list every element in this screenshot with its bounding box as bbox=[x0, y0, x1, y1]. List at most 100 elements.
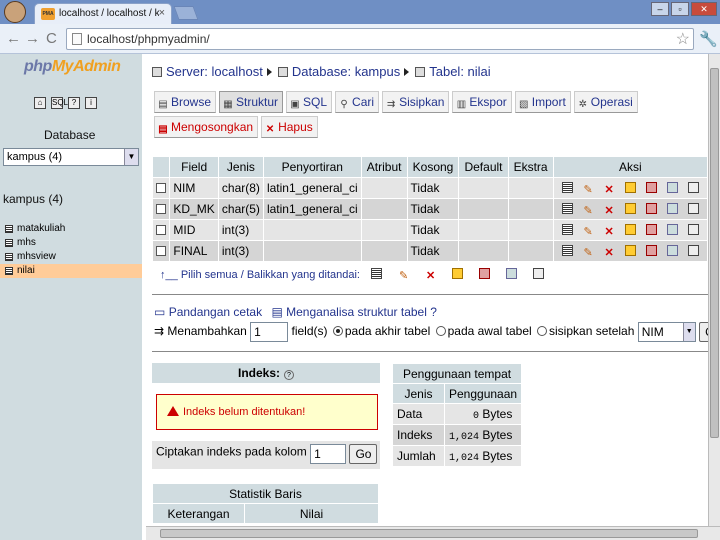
sidebar-table-mhsview[interactable]: mhsview bbox=[0, 250, 142, 264]
drop-x-icon[interactable]: ✕ bbox=[425, 271, 436, 282]
database-title-link[interactable]: kampus (4) bbox=[3, 192, 63, 206]
table-icon[interactable] bbox=[5, 253, 13, 261]
tab-empty[interactable]: ▤ Mengosongkan bbox=[154, 116, 259, 138]
check-all-link[interactable]: Pilih semua / Balikkan yang ditandai: bbox=[181, 269, 360, 281]
primary-key-icon[interactable] bbox=[624, 202, 636, 214]
unique-icon[interactable] bbox=[645, 223, 657, 235]
sidebar-table-nilai[interactable]: nilai bbox=[0, 264, 142, 278]
add-field-go-button[interactable]: Go bbox=[699, 322, 708, 342]
new-tab-button[interactable] bbox=[173, 6, 199, 20]
index-icon[interactable] bbox=[506, 268, 518, 279]
maximize-button[interactable]: ▫ bbox=[671, 2, 689, 16]
drop-x-icon[interactable]: ✕ bbox=[604, 247, 615, 259]
tab-close-icon[interactable]: × bbox=[159, 7, 165, 19]
after-label[interactable]: sisipkan setelah bbox=[549, 324, 634, 338]
unique-icon[interactable] bbox=[645, 244, 657, 256]
tab-sql[interactable]: ▣ SQL bbox=[286, 91, 333, 113]
edit-pencil-icon[interactable]: ✎ bbox=[398, 271, 409, 282]
browse-icon[interactable] bbox=[561, 181, 573, 193]
docs-icon[interactable]: ? bbox=[68, 97, 80, 109]
index-icon[interactable] bbox=[666, 223, 678, 235]
after-radio[interactable] bbox=[537, 326, 548, 337]
row-checkbox[interactable] bbox=[156, 204, 167, 214]
bookmark-star-icon[interactable]: ☆ bbox=[676, 29, 690, 49]
index-icon[interactable] bbox=[666, 181, 678, 193]
tab-operations[interactable]: ✲ Operasi bbox=[573, 91, 638, 113]
browse-icon[interactable] bbox=[561, 244, 573, 256]
after-field-select[interactable]: NIM ▼ bbox=[637, 322, 696, 342]
unique-icon[interactable] bbox=[645, 202, 657, 214]
back-arrow-icon[interactable]: ← bbox=[6, 30, 21, 47]
tab-browse[interactable]: ▤ Browse bbox=[154, 91, 217, 113]
browser-tab[interactable]: PMA localhost / localhost / kampus × bbox=[34, 3, 172, 24]
sidebar-table-mhs[interactable]: mhs bbox=[0, 236, 142, 250]
scrollbar-thumb[interactable] bbox=[710, 68, 719, 438]
address-bar[interactable]: localhost/phpmyadmin/ ☆ bbox=[66, 28, 694, 50]
primary-key-icon[interactable] bbox=[624, 181, 636, 193]
tab-structure[interactable]: ▦ Struktur bbox=[219, 91, 284, 113]
sidebar-table-matakuliah[interactable]: matakuliah bbox=[0, 222, 142, 236]
row-checkbox[interactable] bbox=[156, 225, 167, 235]
edit-pencil-icon[interactable]: ✎ bbox=[583, 247, 594, 259]
table-icon[interactable] bbox=[5, 267, 13, 275]
table-icon[interactable] bbox=[5, 239, 13, 247]
browse-icon[interactable] bbox=[561, 202, 573, 214]
col-header-field[interactable]: Field bbox=[169, 156, 219, 178]
drop-x-icon[interactable]: ✕ bbox=[604, 226, 615, 238]
phpmyadmin-logo[interactable]: phpMyAdmin bbox=[24, 58, 121, 76]
vertical-scrollbar[interactable] bbox=[708, 54, 720, 526]
at-end-radio[interactable] bbox=[332, 326, 343, 337]
help-icon[interactable]: i bbox=[85, 97, 97, 109]
wrench-menu-icon[interactable]: 🔧 bbox=[699, 30, 718, 48]
drop-x-icon[interactable]: ✕ bbox=[604, 184, 615, 196]
primary-key-icon[interactable] bbox=[452, 268, 464, 279]
at-begin-label[interactable]: pada awal tabel bbox=[448, 324, 532, 338]
breadcrumb-table[interactable]: Tabel: nilai bbox=[429, 64, 490, 79]
index-icon[interactable] bbox=[666, 244, 678, 256]
browse-icon[interactable] bbox=[371, 268, 383, 279]
breadcrumb-database[interactable]: Database: kampus bbox=[292, 64, 400, 79]
help-icon[interactable]: ? bbox=[284, 370, 294, 380]
profile-avatar-icon[interactable] bbox=[4, 1, 26, 23]
window-close-button[interactable]: ✕ bbox=[691, 2, 717, 16]
minimize-button[interactable]: – bbox=[651, 2, 669, 16]
url-text[interactable]: localhost/phpmyadmin/ bbox=[87, 32, 210, 46]
scrollbar-thumb[interactable] bbox=[160, 529, 698, 538]
create-index-go-button[interactable]: Go bbox=[349, 444, 378, 464]
tab-drop[interactable]: ✕ Hapus bbox=[261, 116, 318, 138]
database-select[interactable]: kampus (4) ▼ bbox=[3, 148, 139, 166]
help-icon[interactable]: ? bbox=[430, 305, 437, 319]
row-checkbox[interactable] bbox=[156, 183, 167, 193]
fulltext-icon[interactable] bbox=[687, 202, 699, 214]
create-index-count-input[interactable]: 1 bbox=[310, 444, 347, 464]
fulltext-icon[interactable] bbox=[687, 181, 699, 193]
analyze-structure-link[interactable]: Menganalisa struktur tabel bbox=[286, 305, 427, 319]
add-field-count-input[interactable]: 1 bbox=[250, 322, 289, 342]
index-icon[interactable] bbox=[666, 202, 678, 214]
forward-arrow-icon[interactable]: → bbox=[25, 30, 40, 47]
reload-icon[interactable]: C bbox=[46, 30, 57, 47]
tab-import[interactable]: ▧ Import bbox=[514, 91, 571, 113]
sql-query-icon[interactable]: SQL bbox=[51, 97, 68, 109]
horizontal-scrollbar[interactable] bbox=[146, 526, 720, 540]
edit-pencil-icon[interactable]: ✎ bbox=[583, 226, 594, 238]
at-end-label[interactable]: pada akhir tabel bbox=[345, 324, 430, 338]
print-view-link[interactable]: Pandangan cetak bbox=[169, 305, 262, 319]
fulltext-icon[interactable] bbox=[533, 268, 545, 279]
fulltext-icon[interactable] bbox=[687, 244, 699, 256]
tab-insert[interactable]: ⇉ Sisipkan bbox=[382, 91, 450, 113]
primary-key-icon[interactable] bbox=[624, 244, 636, 256]
browse-icon[interactable] bbox=[561, 223, 573, 235]
primary-key-icon[interactable] bbox=[624, 223, 636, 235]
table-icon[interactable] bbox=[5, 225, 13, 233]
tab-search[interactable]: ⚲ Cari bbox=[335, 91, 380, 113]
edit-pencil-icon[interactable]: ✎ bbox=[583, 205, 594, 217]
unique-icon[interactable] bbox=[645, 181, 657, 193]
row-checkbox[interactable] bbox=[156, 246, 167, 256]
unique-icon[interactable] bbox=[479, 268, 491, 279]
fulltext-icon[interactable] bbox=[687, 223, 699, 235]
drop-x-icon[interactable]: ✕ bbox=[604, 205, 615, 217]
tab-export[interactable]: ▥ Ekspor bbox=[452, 91, 512, 113]
edit-pencil-icon[interactable]: ✎ bbox=[583, 184, 594, 196]
breadcrumb-server[interactable]: Server: localhost bbox=[166, 64, 263, 79]
